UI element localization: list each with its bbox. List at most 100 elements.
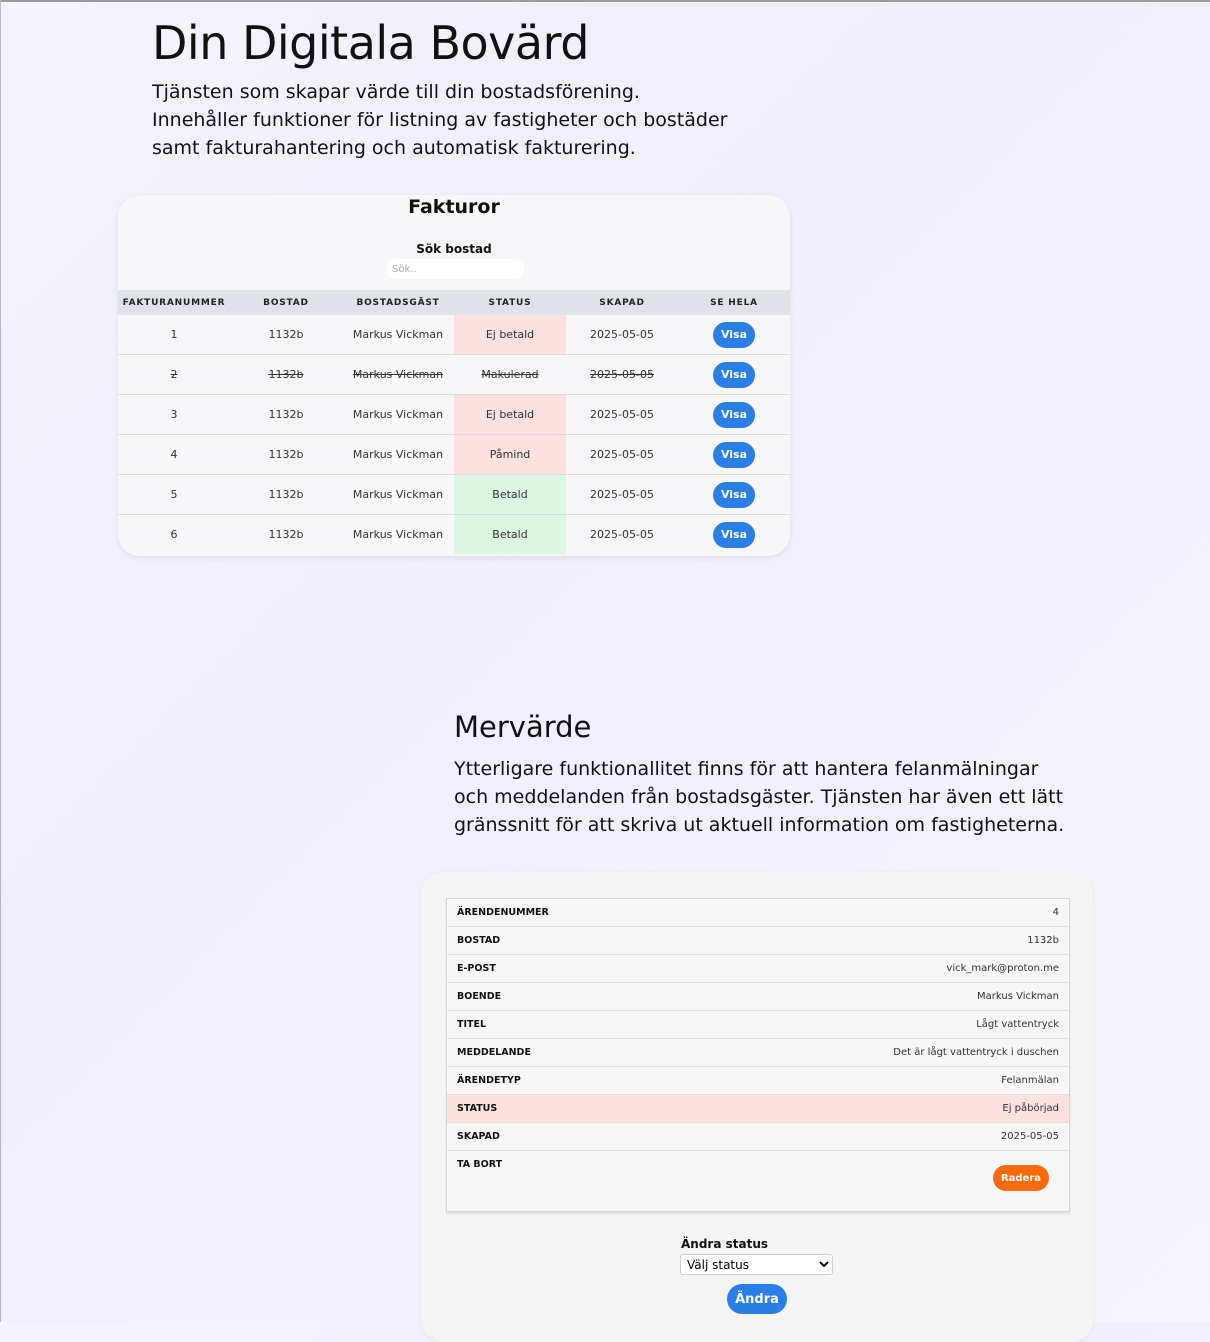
change-status-button[interactable]: Ändra xyxy=(727,1284,787,1314)
table-row: 3 1132b Markus Vickman Ej betald 2025-05… xyxy=(118,394,790,435)
detail-label: STATUS xyxy=(457,1103,498,1114)
guest-cell: Markus Vickman xyxy=(342,514,454,554)
invoice-number-cell: 5 xyxy=(118,474,230,515)
visa-button[interactable]: Visa xyxy=(713,441,755,468)
detail-row-message: MEDDELANDE Det är lågt vattentryck i dus… xyxy=(447,1039,1069,1067)
table-row: 1 1132b Markus Vickman Ej betald 2025-05… xyxy=(118,315,790,355)
top-border xyxy=(0,0,1210,2)
unit-cell: 1132b xyxy=(230,394,342,435)
visa-button[interactable]: Visa xyxy=(713,401,755,428)
change-status-label: Ändra status xyxy=(681,1237,769,1251)
table-row: 4 1132b Markus Vickman Påmind 2025-05-05… xyxy=(118,434,790,475)
detail-value: vick_mark@proton.me xyxy=(946,963,1059,974)
created-cell: 2025-05-05 xyxy=(566,354,678,395)
guest-cell: Markus Vickman xyxy=(342,354,454,395)
detail-row-case-number: ÄRENDENUMMER 4 xyxy=(447,899,1069,927)
ticket-card: ÄRENDENUMMER 4 BOSTAD 1132b E-POST vick_… xyxy=(421,872,1093,1342)
detail-label: E-POST xyxy=(457,963,496,974)
view-cell: Visa xyxy=(678,474,790,515)
detail-row-case-type: ÄRENDETYP Felanmälan xyxy=(447,1067,1069,1095)
guest-cell: Markus Vickman xyxy=(342,434,454,475)
unit-cell: 1132b xyxy=(230,514,342,554)
detail-row-title: TITEL Lågt vattentryck xyxy=(447,1011,1069,1039)
column-header-invoice-number[interactable]: FAKTURANUMMER xyxy=(118,290,230,315)
created-cell: 2025-05-05 xyxy=(566,474,678,515)
unit-cell: 1132b xyxy=(230,315,342,355)
detail-label: TITEL xyxy=(457,1019,487,1030)
table-header-row: FAKTURANUMMER BOSTAD BOSTADSGÄST STATUS … xyxy=(118,290,790,315)
column-header-view: SE HELA xyxy=(678,290,790,315)
hero-description: Tjänsten som skapar värde till din bosta… xyxy=(152,81,728,159)
detail-value: Det är lågt vattentryck i duschen xyxy=(893,1047,1059,1058)
status-cell: Påmind xyxy=(454,434,566,475)
status-cell: Betald xyxy=(454,474,566,515)
visa-button[interactable]: Visa xyxy=(713,321,755,348)
detail-value: 2025-05-05 xyxy=(1000,1131,1059,1142)
guest-cell: Markus Vickman xyxy=(342,315,454,355)
view-cell: Visa xyxy=(678,315,790,355)
detail-value: Markus Vickman xyxy=(977,991,1059,1002)
created-cell: 2025-05-05 xyxy=(566,514,678,554)
detail-label: BOSTAD xyxy=(457,935,501,946)
search-input[interactable] xyxy=(386,259,524,279)
column-header-status[interactable]: STATUS xyxy=(454,290,566,315)
search-label: Sök bostad xyxy=(416,242,492,256)
view-cell: Visa xyxy=(678,394,790,435)
unit-cell: 1132b xyxy=(230,474,342,515)
invoice-number-cell: 4 xyxy=(118,434,230,475)
detail-row-status: STATUS Ej påbörjad xyxy=(447,1095,1069,1123)
column-header-created[interactable]: SKAPAD xyxy=(566,290,678,315)
detail-label: SKAPAD xyxy=(457,1131,500,1142)
section-description-mervarde: Ytterligare funktionallitet finns för at… xyxy=(454,758,1065,836)
detail-label: MEDDELANDE xyxy=(457,1047,531,1058)
detail-row-created: SKAPAD 2025-05-05 xyxy=(447,1123,1069,1151)
visa-button[interactable]: Visa xyxy=(713,481,755,508)
detail-label: BOENDE xyxy=(457,991,502,1002)
guest-cell: Markus Vickman xyxy=(342,474,454,515)
status-cell: Ej betald xyxy=(454,394,566,435)
ticket-details: ÄRENDENUMMER 4 BOSTAD 1132b E-POST vick_… xyxy=(446,898,1070,1212)
unit-cell: 1132b xyxy=(230,434,342,475)
table-row: 2 1132b Markus Vickman Makulerad 2025-05… xyxy=(118,354,790,395)
visa-button[interactable]: Visa xyxy=(713,361,755,388)
status-badge: Ej påbörjad xyxy=(1002,1103,1059,1114)
view-cell: Visa xyxy=(678,434,790,475)
created-cell: 2025-05-05 xyxy=(566,434,678,475)
guest-cell: Markus Vickman xyxy=(342,394,454,435)
detail-value: Lågt vattentryck xyxy=(976,1019,1059,1030)
detail-value: Felanmälan xyxy=(1001,1075,1059,1086)
status-select[interactable]: Välj status xyxy=(680,1254,833,1275)
detail-row-resident: BOENDE Markus Vickman xyxy=(447,983,1069,1011)
delete-button[interactable]: Radera xyxy=(993,1165,1049,1191)
left-border xyxy=(0,0,1,1322)
detail-row-delete: TA BORT Radera xyxy=(447,1151,1069,1211)
view-cell: Visa xyxy=(678,354,790,395)
unit-cell: 1132b xyxy=(230,354,342,395)
created-cell: 2025-05-05 xyxy=(566,394,678,435)
view-cell: Visa xyxy=(678,514,790,554)
column-header-unit[interactable]: BOSTAD xyxy=(230,290,342,315)
created-cell: 2025-05-05 xyxy=(566,315,678,355)
detail-row-unit: BOSTAD 1132b xyxy=(447,927,1069,955)
invoice-number-cell: 1 xyxy=(118,315,230,355)
detail-label: ÄRENDETYP xyxy=(457,1075,521,1086)
status-cell: Betald xyxy=(454,514,566,554)
invoices-table: FAKTURANUMMER BOSTAD BOSTADSGÄST STATUS … xyxy=(118,290,790,554)
detail-label: ÄRENDENUMMER xyxy=(457,907,549,918)
invoice-number-cell: 6 xyxy=(118,514,230,554)
section-title-mervarde: Mervärde xyxy=(454,710,592,744)
status-cell: Makulerad xyxy=(454,354,566,395)
page-title: Din Digitala Bovärd xyxy=(152,16,589,70)
detail-value: 1132b xyxy=(1027,935,1059,946)
table-row: 5 1132b Markus Vickman Betald 2025-05-05… xyxy=(118,474,790,515)
invoices-title: Fakturor xyxy=(408,196,500,218)
table-row: 6 1132b Markus Vickman Betald 2025-05-05… xyxy=(118,514,790,554)
invoices-card: Fakturor Sök bostad FAKTURANUMMER BOSTAD… xyxy=(118,195,790,556)
detail-row-email: E-POST vick_mark@proton.me xyxy=(447,955,1069,983)
visa-button[interactable]: Visa xyxy=(713,521,755,548)
invoice-number-cell: 3 xyxy=(118,394,230,435)
column-header-guest[interactable]: BOSTADSGÄST xyxy=(342,290,454,315)
status-cell: Ej betald xyxy=(454,315,566,355)
detail-value: 4 xyxy=(1052,907,1059,918)
invoice-number-cell: 2 xyxy=(118,354,230,395)
